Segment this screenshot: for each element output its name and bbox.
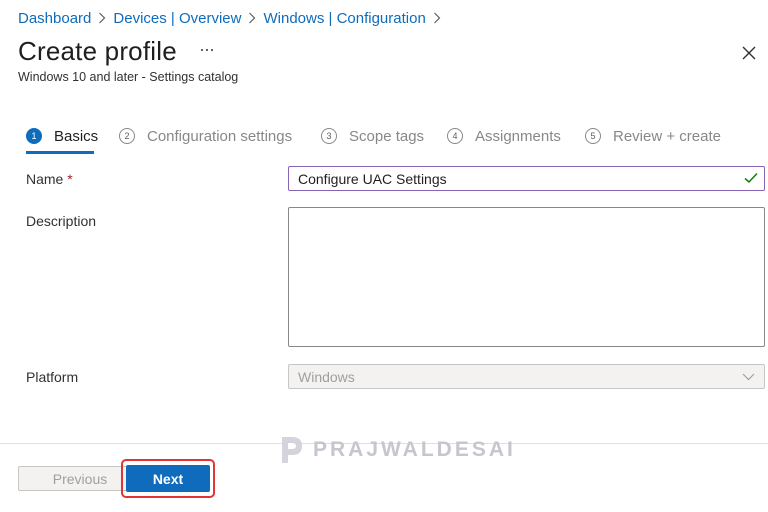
chevron-down-icon xyxy=(742,373,755,381)
step-number-badge: 4 xyxy=(447,128,463,144)
name-label: Name * xyxy=(26,171,73,187)
breadcrumb-devices-overview[interactable]: Devices | Overview xyxy=(113,10,241,27)
chevron-right-icon xyxy=(426,8,448,28)
tab-review-create[interactable]: 5 Review + create xyxy=(585,124,721,148)
page-subtitle: Windows 10 and later - Settings catalog xyxy=(18,70,239,84)
close-icon[interactable] xyxy=(740,44,758,62)
platform-dropdown: Windows xyxy=(288,364,765,389)
checkmark-icon xyxy=(744,172,758,184)
chevron-right-icon xyxy=(241,8,263,28)
name-label-text: Name xyxy=(26,171,64,187)
watermark-logo-icon xyxy=(282,437,302,463)
description-label: Description xyxy=(26,213,97,229)
tab-scope-tags[interactable]: 3 Scope tags xyxy=(321,124,424,148)
step-number-badge: 1 xyxy=(26,128,42,144)
tab-basics[interactable]: 1 Basics xyxy=(26,124,98,148)
required-marker: * xyxy=(67,171,73,187)
chevron-right-icon xyxy=(91,8,113,28)
tab-assignments[interactable]: 4 Assignments xyxy=(447,124,561,148)
platform-value: Windows xyxy=(298,368,355,385)
breadcrumb-windows-configuration[interactable]: Windows | Configuration xyxy=(263,10,425,27)
step-number-badge: 3 xyxy=(321,128,337,144)
step-label: Configuration settings xyxy=(147,127,293,145)
step-label: Scope tags xyxy=(349,127,425,145)
breadcrumb-dashboard[interactable]: Dashboard xyxy=(18,10,91,27)
more-options-icon[interactable] xyxy=(196,41,218,59)
step-label: Basics xyxy=(54,127,99,145)
step-number-badge: 5 xyxy=(585,128,601,144)
description-textarea[interactable] xyxy=(288,207,765,347)
name-input-value: Configure UAC Settings xyxy=(298,170,447,187)
name-input[interactable]: Configure UAC Settings xyxy=(288,166,765,191)
next-button[interactable]: Next xyxy=(126,465,210,492)
watermark-text: PRAJWALDESAI xyxy=(313,438,516,461)
active-tab-indicator xyxy=(26,151,94,154)
page-title: Create profile xyxy=(18,36,177,66)
breadcrumb: Dashboard Devices | Overview Windows | C… xyxy=(18,8,448,28)
watermark: PRAJWALDESAI xyxy=(279,435,516,465)
step-number-badge: 2 xyxy=(119,128,135,144)
tab-configuration-settings[interactable]: 2 Configuration settings xyxy=(119,124,292,148)
platform-label: Platform xyxy=(26,369,79,385)
step-label: Assignments xyxy=(475,127,561,145)
step-label: Review + create xyxy=(613,127,721,145)
